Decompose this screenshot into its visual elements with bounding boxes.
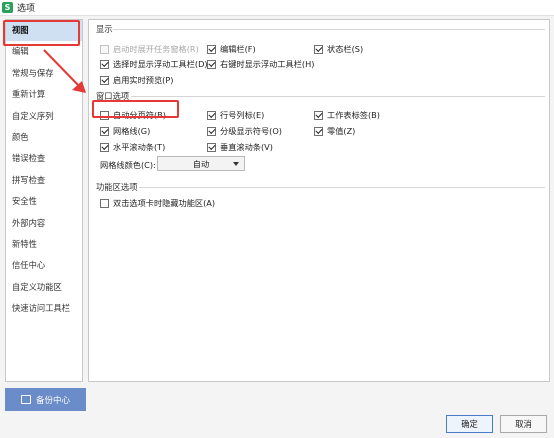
annotation-arrow-icon <box>43 49 86 93</box>
